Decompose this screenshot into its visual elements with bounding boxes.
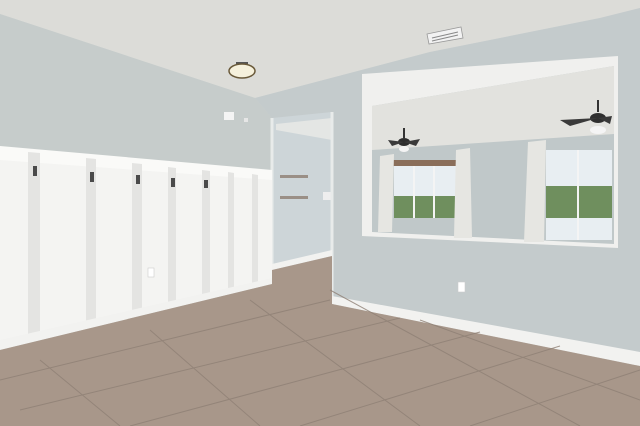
wall-sensor [244, 118, 248, 122]
curtain-2 [454, 148, 472, 238]
inner-window-left-greenery [394, 196, 456, 218]
room-photo [0, 0, 640, 426]
inner-window-valance [392, 160, 458, 166]
electrical-outlet-icon [457, 281, 466, 293]
room-illustration [0, 0, 640, 426]
electrical-outlet-icon [147, 267, 155, 278]
thermostat [323, 192, 331, 200]
hall-shelf-1 [280, 175, 308, 178]
wall-sensor [224, 112, 234, 120]
hall-shelf-2 [280, 196, 308, 199]
curtain-1 [378, 154, 394, 232]
